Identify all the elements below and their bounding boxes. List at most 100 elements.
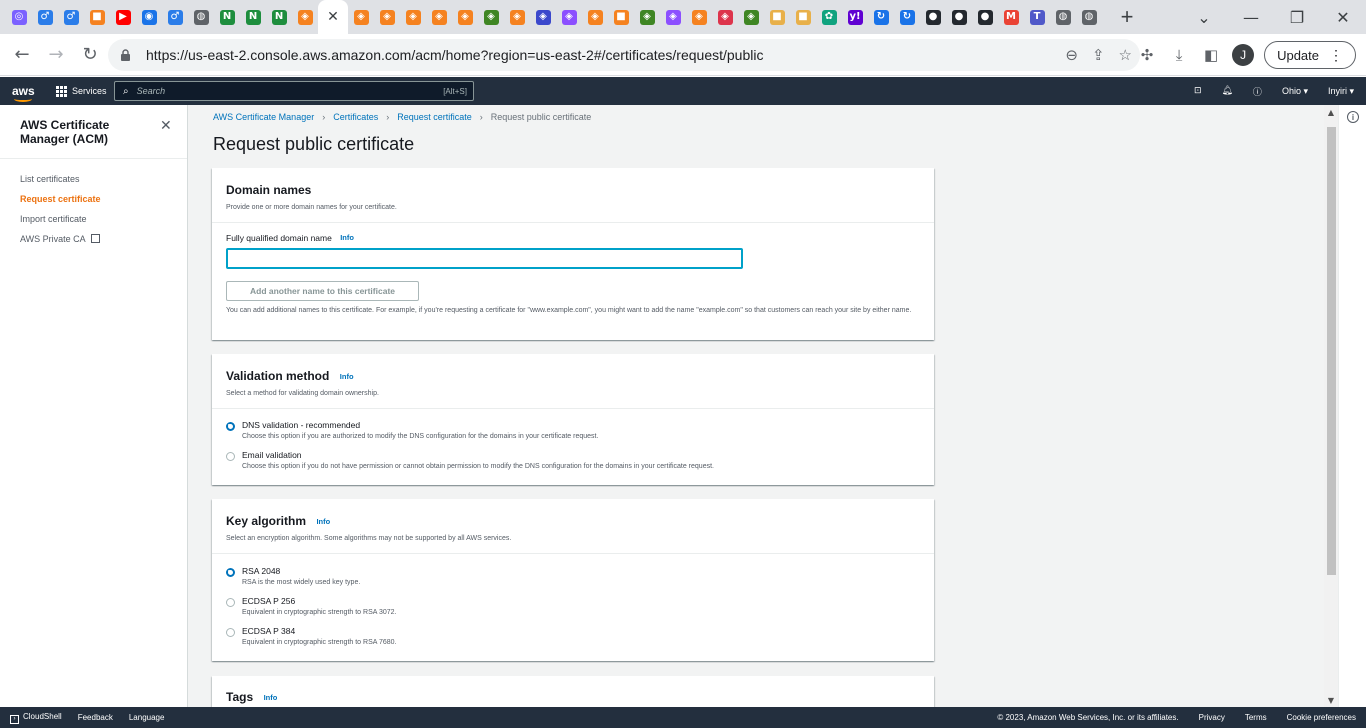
aws-logo[interactable]: aws [12, 84, 36, 102]
scrollbar-thumb[interactable] [1327, 127, 1336, 575]
browser-tab[interactable]: ■ [764, 0, 790, 34]
domain-name-input[interactable] [226, 248, 743, 269]
browser-tab[interactable]: M [998, 0, 1024, 34]
browser-tab[interactable]: N [214, 0, 240, 34]
browser-tab[interactable]: ◈ [292, 0, 318, 34]
browser-tab[interactable]: ◈ [738, 0, 764, 34]
terms-link[interactable]: Terms [1245, 713, 1267, 722]
scroll-down-arrow-icon[interactable]: ▼ [1324, 693, 1338, 707]
browser-tab[interactable]: ◍ [1076, 0, 1102, 34]
browser-tab[interactable]: ↻ [868, 0, 894, 34]
address-bar[interactable]: https://us-east-2.console.aws.amazon.com… [108, 39, 1140, 71]
breadcrumb-request-certificate[interactable]: Request certificate [397, 112, 472, 122]
profile-avatar[interactable]: J [1232, 44, 1255, 66]
browser-tab[interactable]: ◈ [712, 0, 738, 34]
minimize-icon[interactable]: — [1228, 0, 1274, 34]
browser-tab[interactable]: ◎ [6, 0, 32, 34]
rsa-2048-option[interactable]: RSA 2048 RSA is the most widely used key… [226, 566, 360, 588]
browser-tab[interactable]: N [266, 0, 292, 34]
side-panel-icon[interactable]: ◧ [1200, 44, 1222, 66]
sidebar-item-request-certificate[interactable]: Request certificate [20, 189, 101, 209]
browser-tab[interactable]: ♂ [58, 0, 84, 34]
browser-tab[interactable]: ◈ [634, 0, 660, 34]
browser-tab[interactable]: ◈ [400, 0, 426, 34]
breadcrumb-acm[interactable]: AWS Certificate Manager [213, 112, 314, 122]
lock-icon[interactable] [120, 49, 132, 61]
browser-tab[interactable]: ▶ [110, 0, 136, 34]
browser-tab[interactable]: ◈ [426, 0, 452, 34]
browser-tab[interactable]: ● [920, 0, 946, 34]
services-menu[interactable]: Services [56, 85, 107, 97]
browser-tab[interactable]: ↻ [894, 0, 920, 34]
browser-tab[interactable]: ♂ [32, 0, 58, 34]
browser-tab[interactable]: ◍ [188, 0, 214, 34]
region-selector[interactable]: Ohio ▾ [1282, 86, 1308, 97]
browser-tab[interactable]: ◈ [556, 0, 582, 34]
email-validation-option[interactable]: Email validation Choose this option if y… [226, 450, 714, 472]
zoom-icon[interactable]: ⊖ [1065, 46, 1078, 64]
back-arrow-icon[interactable]: ← [6, 39, 38, 71]
ecdsa-p256-option[interactable]: ECDSA P 256 Equivalent in cryptographic … [226, 596, 396, 618]
browser-tab[interactable]: ◈ [452, 0, 478, 34]
aws-search-input[interactable]: ⌕ Search [Alt+S] [114, 81, 474, 101]
download-icon[interactable]: ⤓ [1168, 44, 1190, 66]
browser-tab[interactable]: ■ [608, 0, 634, 34]
info-link[interactable]: Info [340, 372, 354, 381]
window-close-icon[interactable]: ✕ [1320, 0, 1366, 34]
sidebar-item-import-certificate[interactable]: Import certificate [20, 209, 101, 229]
browser-tab[interactable]: ● [972, 0, 998, 34]
cloudshell-link[interactable]: › CloudShell [10, 712, 62, 724]
browser-tab[interactable]: ◈ [530, 0, 556, 34]
feedback-link[interactable]: Feedback [78, 713, 113, 722]
cookie-preferences-link[interactable]: Cookie preferences [1287, 713, 1356, 722]
forward-arrow-icon[interactable]: → [40, 39, 72, 71]
notifications-bell-icon[interactable]: 🔔︎ [1221, 86, 1232, 96]
ecdsa-p384-option[interactable]: ECDSA P 384 Equivalent in cryptographic … [226, 626, 396, 648]
radio-email-validation[interactable] [226, 452, 235, 461]
browser-tab[interactable]: ◈ [348, 0, 374, 34]
browser-tab[interactable]: N [240, 0, 266, 34]
radio-ecdsa-p256[interactable] [226, 598, 235, 607]
browser-tab[interactable]: ◈ [660, 0, 686, 34]
restore-icon[interactable]: ❐ [1274, 0, 1320, 34]
browser-tab[interactable]: T [1024, 0, 1050, 34]
browser-tab[interactable]: ♂ [162, 0, 188, 34]
radio-rsa-2048[interactable] [226, 568, 235, 577]
info-link[interactable]: Info [316, 517, 330, 526]
browser-tab[interactable]: ✕ [318, 0, 348, 34]
browser-tab[interactable]: ◍ [1050, 0, 1076, 34]
cloudshell-icon[interactable]: ⊡ [1194, 86, 1202, 96]
update-button[interactable]: Update ⋮ [1264, 41, 1356, 69]
browser-tab[interactable]: ✿ [816, 0, 842, 34]
browser-tab[interactable]: ◈ [582, 0, 608, 34]
browser-tab[interactable]: ◈ [504, 0, 530, 34]
dns-validation-option[interactable]: DNS validation - recommended Choose this… [226, 420, 598, 442]
account-menu[interactable]: Inyiri ▾ [1328, 86, 1354, 97]
browser-tab[interactable]: ■ [84, 0, 110, 34]
browser-tab[interactable]: ◈ [478, 0, 504, 34]
reload-icon[interactable]: ↻ [74, 39, 106, 71]
language-link[interactable]: Language [129, 713, 165, 722]
browser-tab[interactable]: y! [842, 0, 868, 34]
breadcrumb-certificates[interactable]: Certificates [333, 112, 378, 122]
share-icon[interactable]: ⇪ [1092, 46, 1105, 64]
bookmark-star-icon[interactable]: ☆ [1119, 46, 1132, 64]
radio-ecdsa-p384[interactable] [226, 628, 235, 637]
browser-tab[interactable]: ◈ [374, 0, 400, 34]
browser-tab[interactable]: ◉ [136, 0, 162, 34]
new-tab-button[interactable]: + [1110, 0, 1144, 34]
browser-tab[interactable]: ■ [790, 0, 816, 34]
close-icon[interactable]: ✕ [160, 118, 172, 134]
info-link[interactable]: Info [264, 693, 278, 702]
info-link[interactable]: Info [340, 233, 354, 242]
browser-tab[interactable]: ● [946, 0, 972, 34]
add-another-name-button[interactable]: Add another name to this certificate [226, 281, 419, 301]
scroll-up-arrow-icon[interactable]: ▲ [1324, 105, 1338, 119]
sidebar-item-list-certificates[interactable]: List certificates [20, 169, 101, 189]
page-scrollbar[interactable]: ▲ ▼ [1324, 105, 1338, 707]
info-circle-icon[interactable]: i [1347, 111, 1359, 123]
browser-tab[interactable]: ◈ [686, 0, 712, 34]
radio-dns-validation[interactable] [226, 422, 235, 431]
privacy-link[interactable]: Privacy [1199, 713, 1225, 722]
sidebar-item-aws-private-ca[interactable]: AWS Private CA [20, 229, 101, 249]
